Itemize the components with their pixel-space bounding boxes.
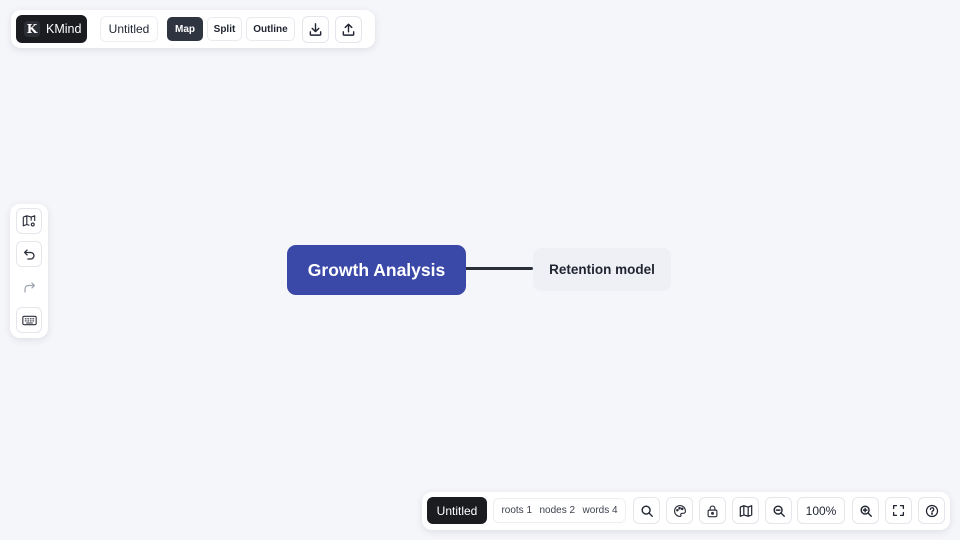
brand-name: KMind [46, 22, 82, 36]
zoom-out-icon [772, 504, 786, 518]
mindmap-canvas[interactable]: K KMind Untitled Map Split Outline Growt… [0, 0, 960, 540]
top-toolbar: K KMind Untitled Map Split Outline [11, 10, 375, 48]
upload-icon [341, 22, 356, 37]
lock-icon [706, 504, 719, 518]
child-node[interactable]: Retention model [533, 248, 671, 291]
help-button[interactable] [918, 497, 945, 524]
search-icon [640, 504, 654, 518]
view-map-button[interactable]: Map [167, 17, 203, 41]
help-icon [925, 504, 939, 518]
minimap-button[interactable] [732, 497, 759, 524]
theme-button[interactable] [666, 497, 693, 524]
download-button[interactable] [302, 16, 329, 43]
fullscreen-icon [892, 504, 905, 517]
minimap-icon [739, 504, 753, 518]
view-split-button[interactable]: Split [207, 17, 242, 41]
side-toolbar [10, 204, 48, 338]
lock-button[interactable] [699, 497, 726, 524]
keyboard-shortcuts-button[interactable] [16, 307, 42, 333]
bottom-toolbar: Untitled roots 1 nodes 2 words 4 100% [422, 492, 950, 530]
undo-icon [23, 248, 36, 261]
redo-button[interactable] [16, 274, 42, 300]
document-title[interactable]: Untitled [100, 16, 158, 42]
zoom-in-button[interactable] [852, 497, 879, 524]
view-outline-button[interactable]: Outline [246, 17, 295, 41]
fullscreen-button[interactable] [885, 497, 912, 524]
node-connector-line [465, 267, 533, 270]
keyboard-icon [21, 314, 37, 327]
zoom-out-button[interactable] [765, 497, 792, 524]
undo-button[interactable] [16, 241, 42, 267]
document-stats: roots 1 nodes 2 words 4 [493, 498, 626, 523]
root-node[interactable]: Growth Analysis [287, 245, 466, 295]
map-settings-button[interactable] [16, 208, 42, 234]
map-settings-icon [22, 214, 36, 228]
search-button[interactable] [633, 497, 660, 524]
nodes-count: nodes 2 [539, 505, 576, 516]
palette-icon [673, 504, 687, 518]
brand-button[interactable]: K KMind [16, 15, 87, 43]
download-icon [308, 22, 323, 37]
zoom-in-icon [859, 504, 873, 518]
upload-button[interactable] [335, 16, 362, 43]
roots-count: roots 1 [501, 505, 533, 516]
zoom-level-button[interactable]: 100% [797, 497, 845, 524]
redo-icon [23, 281, 36, 294]
document-name-chip[interactable]: Untitled [427, 497, 487, 524]
words-count: words 4 [582, 505, 618, 516]
brand-logo-icon: K [24, 21, 40, 37]
